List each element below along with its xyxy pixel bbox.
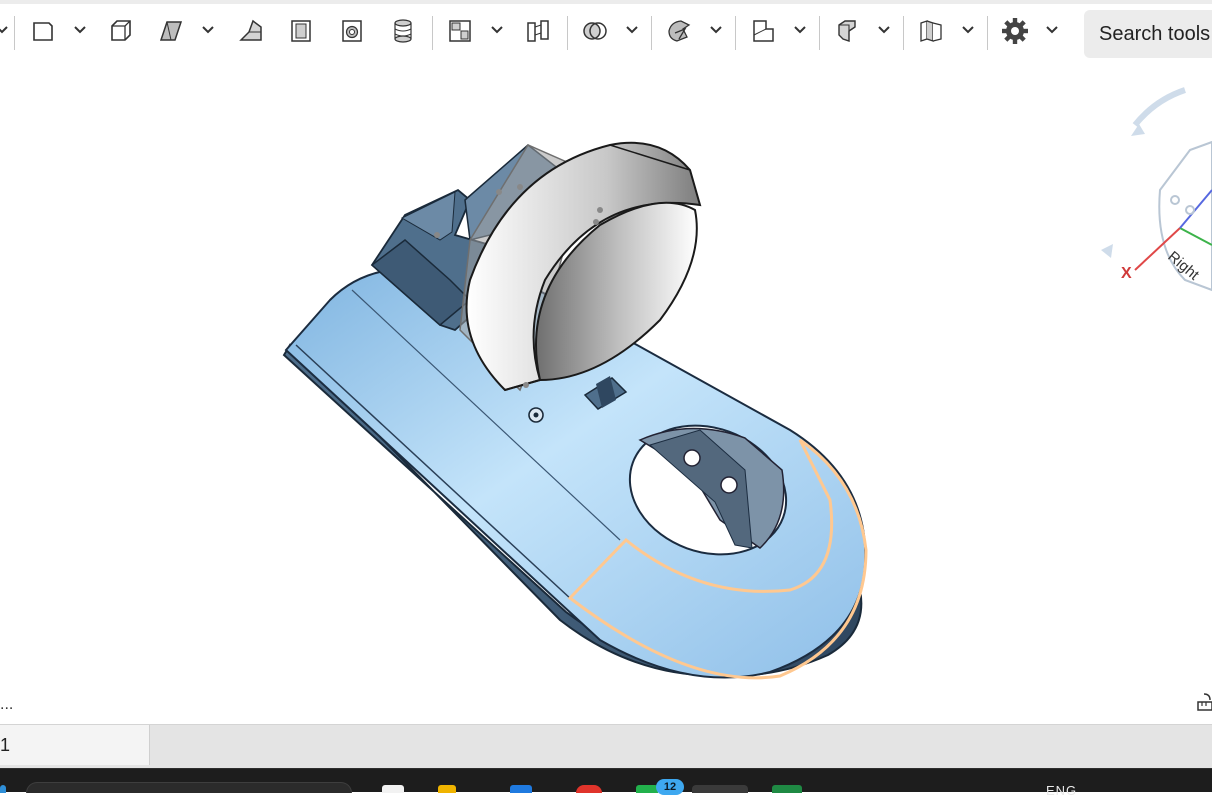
previous-tool-chevron-icon[interactable] [0,18,12,42]
thicken-icon[interactable] [335,14,369,48]
settings-menu-chevron-icon[interactable] [1042,18,1062,42]
view-cube[interactable]: X Right [1095,80,1212,320]
toolbar-separator [735,16,736,50]
revolve-icon[interactable] [154,14,188,48]
input-language-indicator[interactable]: ENG [1046,783,1077,798]
toolbar-separator [819,16,820,50]
tab-part-studio[interactable]: 1 [0,725,150,765]
boolean-menu-chevron-icon[interactable] [622,18,642,42]
sweep-icon[interactable] [234,14,268,48]
search-tools-button[interactable]: Search tools [1084,10,1212,58]
sheet-metal-icon[interactable] [830,14,864,48]
transform-menu-chevron-icon[interactable] [706,18,726,42]
sheet-metal-menu-chevron-icon[interactable] [874,18,894,42]
assembly-icon[interactable] [914,14,948,48]
toolbar-separator [14,16,15,50]
chamfer-icon[interactable] [443,14,477,48]
toolbar-separator [903,16,904,50]
settings-gear-icon[interactable] [998,14,1032,48]
measure-icon[interactable] [1196,692,1212,714]
plane-icon[interactable] [746,14,780,48]
transform-icon[interactable] [662,14,696,48]
extrude-icon[interactable] [104,14,138,48]
toolbar-separator [987,16,988,50]
chamfer-menu-chevron-icon[interactable] [487,18,507,42]
boolean-icon[interactable] [578,14,612,48]
view-cube-x-axis-label: X [1121,265,1132,282]
toolbar-separator [432,16,433,50]
os-taskbar: 12 ENG [0,768,1212,798]
toolbar-separator [567,16,568,50]
taskbar-search-box[interactable] [26,782,352,793]
fillet-icon[interactable] [386,14,420,48]
graphics-viewport[interactable]: X Right ... [0,60,1212,724]
assembly-menu-chevron-icon[interactable] [958,18,978,42]
loft-icon[interactable] [284,14,318,48]
draft-icon[interactable] [521,14,555,48]
viewport-more-label[interactable]: ... [0,696,13,714]
part-model[interactable] [0,60,1212,724]
revolve-menu-chevron-icon[interactable] [198,18,218,42]
feature-toolbar: Search tools [0,0,1212,60]
document-tab-bar: 1 [0,724,1212,768]
sketch-plane-icon[interactable] [26,14,60,48]
notification-badge: 12 [656,779,684,795]
toolbar-separator [651,16,652,50]
plane-menu-chevron-icon[interactable] [790,18,810,42]
sketch-plane-menu-chevron-icon[interactable] [70,18,90,42]
